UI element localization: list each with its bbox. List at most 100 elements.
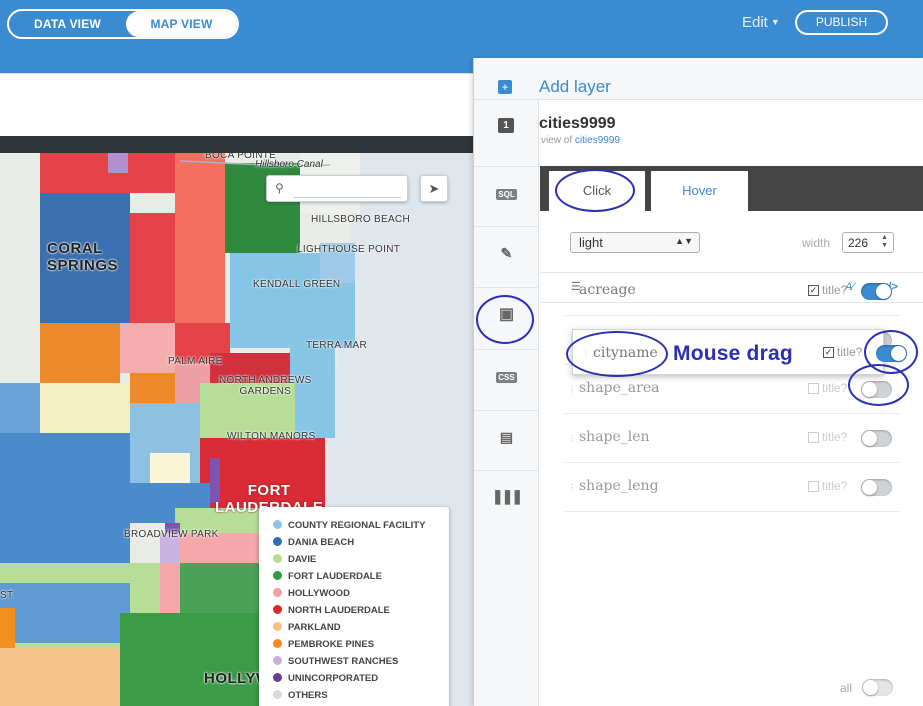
publish-button[interactable]: PUBLISH bbox=[795, 10, 888, 35]
field-toggle[interactable] bbox=[861, 430, 892, 447]
layer-title[interactable]: cities9999 bbox=[539, 115, 616, 133]
search-icon: ⚲ bbox=[275, 181, 284, 195]
tab-hover[interactable]: Hover bbox=[651, 171, 748, 211]
stepper-arrows-icon[interactable]: ▲ ▼ bbox=[881, 234, 888, 250]
field-toggle[interactable] bbox=[876, 345, 907, 362]
legend-item: DANIA BEACH bbox=[273, 534, 449, 551]
field-row[interactable]: ⋮ shape_len title? bbox=[565, 414, 900, 463]
field-row[interactable]: ⋮ shape_leng title? bbox=[565, 463, 900, 512]
map-search-box: ⚲ bbox=[266, 175, 408, 202]
legend-label: HOLLYWOOD bbox=[288, 588, 350, 599]
legend-item: DAVIE bbox=[273, 551, 449, 568]
legend-label: FORT LAUDERDALE bbox=[288, 571, 382, 582]
layer-subtitle: view of cities9999 bbox=[541, 135, 620, 146]
legend-swatch bbox=[273, 622, 282, 631]
width-label: width bbox=[802, 236, 831, 250]
field-name: acreage bbox=[579, 282, 636, 298]
map-label-coral-springs: CORAL SPRINGS bbox=[47, 240, 119, 274]
legend-tool-button[interactable]: ▤ bbox=[474, 410, 539, 470]
legend-swatch bbox=[273, 520, 282, 529]
legend-item: OTHERS bbox=[273, 687, 449, 704]
toolbar-strip bbox=[0, 73, 473, 136]
add-layer-row[interactable]: + Add layer bbox=[474, 58, 923, 100]
title-checkbox[interactable]: ✓ bbox=[823, 347, 834, 358]
width-value: 226 bbox=[848, 236, 869, 250]
map-canvas[interactable]: BOCA POINTE Hillsboro Canal HILLSBORO BE… bbox=[0, 153, 473, 706]
legend-label: PEMBROKE PINES bbox=[288, 639, 375, 650]
legend-item: NORTH LAUDERDALE bbox=[273, 602, 449, 619]
drag-handle-icon[interactable]: ⋮ bbox=[568, 385, 576, 394]
drag-handle-icon[interactable]: ⋮ bbox=[568, 434, 576, 443]
legend-item: PARKLAND bbox=[273, 619, 449, 636]
legend-swatch bbox=[273, 656, 282, 665]
field-toggle[interactable] bbox=[861, 479, 892, 496]
title-label: title? bbox=[837, 345, 863, 359]
speech-bubble-icon: ▣ bbox=[498, 306, 515, 323]
map-label-north-andrews-gardens: NORTH ANDREWS GARDENS bbox=[219, 375, 312, 397]
field-toggle[interactable] bbox=[861, 283, 892, 300]
layer-number-badge: 1 bbox=[498, 118, 514, 133]
css-icon: CSS bbox=[496, 372, 517, 383]
layer-source-link[interactable]: cities9999 bbox=[575, 135, 620, 146]
title-label: title? bbox=[822, 479, 848, 493]
title-label: title? bbox=[822, 283, 848, 297]
legend-swatch bbox=[273, 639, 282, 648]
title-checkbox[interactable]: ✓ bbox=[808, 285, 819, 296]
field-name: shape_leng bbox=[579, 478, 659, 494]
map-label-hillsboro-canal: Hillsboro Canal bbox=[255, 159, 323, 170]
bar-chart-icon: ❚❚❚ bbox=[491, 488, 523, 504]
all-toggle[interactable] bbox=[862, 679, 893, 696]
legend-swatch bbox=[273, 690, 282, 699]
plus-icon: + bbox=[498, 80, 512, 94]
title-checkbox[interactable] bbox=[808, 481, 819, 492]
map-view-button[interactable]: MAP VIEW bbox=[126, 11, 237, 37]
drag-handle-icon[interactable]: ⋮ bbox=[582, 349, 590, 358]
locate-arrow-button[interactable]: ➤ bbox=[420, 175, 448, 202]
legend-item: COUNTY REGIONAL FACILITY bbox=[273, 517, 449, 534]
dragged-field-name: cityname bbox=[593, 345, 658, 361]
drag-handle-icon[interactable]: ⋮ bbox=[568, 483, 576, 492]
infowindow-tool-button[interactable]: ▣ bbox=[474, 287, 539, 347]
sql-icon: SQL bbox=[496, 189, 517, 200]
legend-swatch bbox=[273, 673, 282, 682]
title-label: title? bbox=[822, 430, 848, 444]
tool-rail: 1 SQL ✎ ▣ CSS ▤ ❚❚❚ bbox=[474, 100, 539, 706]
legend-label: DAVIE bbox=[288, 554, 317, 565]
add-layer-label: Add layer bbox=[539, 77, 611, 96]
edit-menu[interactable]: Edit ▼ bbox=[742, 14, 780, 31]
title-label: title? bbox=[822, 381, 848, 395]
field-toggle[interactable] bbox=[861, 381, 892, 398]
drag-handle-icon[interactable]: ⋮ bbox=[568, 287, 576, 296]
css-tool-button[interactable]: CSS bbox=[474, 349, 539, 409]
field-row[interactable]: ⋮ acreage ✓ title? bbox=[565, 267, 900, 316]
legend-icon: ▤ bbox=[499, 429, 514, 445]
caret-down-icon: ▼ bbox=[770, 17, 780, 27]
title-checkbox[interactable] bbox=[808, 383, 819, 394]
infowindow-content: light ▲▼ width 226 ▲▼ ☰ A⁄ </> ⋮acreage✓… bbox=[540, 211, 923, 706]
map-label-terra-mar: TERRA MAR bbox=[306, 340, 368, 351]
title-checkbox[interactable] bbox=[808, 432, 819, 443]
data-view-button[interactable]: DATA VIEW bbox=[9, 11, 126, 37]
select-arrows-icon: ▲▼ bbox=[675, 236, 693, 246]
map-label-partial: ST bbox=[0, 590, 14, 601]
wizard-tool-button[interactable]: ✎ bbox=[474, 226, 539, 286]
field-name: shape_len bbox=[579, 429, 650, 445]
legend-item: FORT LAUDERDALE bbox=[273, 568, 449, 585]
field-name: shape_area bbox=[579, 380, 660, 396]
mouse-drag-annotation: Mouse drag bbox=[673, 342, 793, 365]
sql-tool-button[interactable]: SQL bbox=[474, 166, 539, 226]
view-toggle: DATA VIEW MAP VIEW bbox=[7, 9, 239, 39]
legend-swatch bbox=[273, 537, 282, 546]
width-input[interactable]: 226 ▲ ▼ bbox=[842, 232, 894, 253]
legend-item: UNINCORPORATED bbox=[273, 670, 449, 687]
tabs-bar: Click Hover bbox=[540, 166, 923, 211]
edit-menu-label: Edit bbox=[742, 14, 768, 31]
navigation-arrow-icon: ➤ bbox=[428, 181, 440, 196]
style-select[interactable]: light ▲▼ bbox=[570, 232, 700, 253]
map-legend: COUNTY REGIONAL FACILITY DANIA BEACH DAVIE… bbox=[259, 507, 449, 706]
map-search-input[interactable] bbox=[293, 180, 401, 198]
map-label-palm-aire: PALM AIRE bbox=[168, 356, 223, 367]
legend-swatch bbox=[273, 605, 282, 614]
tab-click[interactable]: Click bbox=[549, 171, 645, 211]
filter-tool-button[interactable]: ❚❚❚ bbox=[474, 470, 539, 530]
